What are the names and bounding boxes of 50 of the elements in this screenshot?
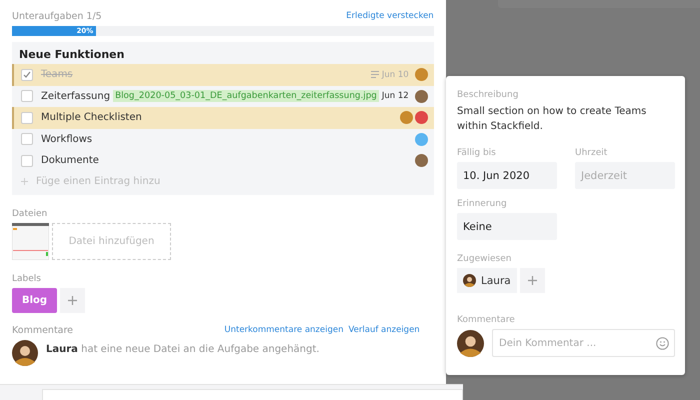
avatar	[463, 274, 476, 287]
item-text: Teams	[41, 69, 73, 80]
avatar	[457, 330, 484, 356]
avatar	[12, 340, 38, 366]
add-assignee-button[interactable]	[520, 268, 545, 293]
checklist-item[interactable]: Zeiterfassung Blog_2020-05_03-01_DE_aufgabenkarten_zeiterfassung.jpg Jun 12	[12, 86, 434, 107]
field-label: Erinnerung	[457, 199, 508, 209]
subtasks-label: Unteraufgaben 1/5	[12, 10, 102, 22]
comment-text: Laura hat eine neue Datei an die Aufgabe angehängt.	[46, 344, 320, 354]
item-text: Workflows	[41, 134, 92, 145]
field-label: Zugewiesen	[457, 254, 512, 264]
checklist-item[interactable]: Multiple Checklisten	[12, 107, 434, 128]
assignee-chip[interactable]: Laura	[457, 268, 517, 293]
comment-field[interactable]	[42, 389, 463, 400]
reminder-field[interactable]: Keine	[457, 213, 557, 240]
plus-icon	[528, 276, 537, 285]
comments-link[interactable]: Unterkommentare anzeigen	[224, 325, 344, 335]
hide-completed-link[interactable]: Erledigte verstecken	[346, 11, 434, 21]
comments-label: Kommentare	[12, 324, 74, 336]
checklist-item[interactable]: Workflows	[12, 128, 434, 150]
comments-link[interactable]: Verlauf anzeigen	[348, 325, 420, 335]
checklist-title: Neue Funktionen	[18, 48, 126, 63]
label-tag[interactable]: Blog	[12, 288, 58, 312]
field-label: Fällig bis	[457, 148, 497, 158]
checkbox[interactable]	[21, 68, 33, 81]
field-label: Beschreibung	[457, 90, 520, 100]
plus-icon	[21, 178, 28, 184]
files-label: Dateien	[12, 208, 48, 218]
time-field[interactable]: Jederzeit	[575, 162, 675, 189]
field-label: Kommentare	[457, 315, 516, 325]
item-text: Zeiterfassung	[41, 90, 110, 102]
labels-heading: Labels	[12, 274, 42, 284]
item-text: Multiple Checklisten	[41, 112, 142, 124]
description-text: Small section on how to create Teams within Stackfield.	[457, 105, 648, 134]
attachment-link[interactable]: Blog_2020-05_03-01_DE_aufgabenkarten_zeiterfassung.jpg	[113, 90, 379, 102]
checkbox[interactable]	[21, 112, 33, 124]
field-label: Uhrzeit	[575, 148, 608, 158]
comment-input[interactable]: Dein Kommentar ...	[492, 329, 675, 357]
checkbox[interactable]	[21, 133, 33, 146]
emoji-icon[interactable]	[656, 336, 669, 350]
due-date: Jun 12	[382, 91, 409, 102]
checkbox[interactable]	[21, 90, 33, 102]
checkbox[interactable]	[21, 154, 33, 167]
due-date: Jun 10	[382, 70, 409, 80]
add-label-button[interactable]	[60, 288, 86, 312]
due-date-field[interactable]: 10. Jun 2020	[457, 162, 557, 189]
checklist-item[interactable]: Dokumente	[12, 150, 434, 172]
plus-icon	[68, 296, 78, 304]
item-text: Dokumente	[41, 155, 99, 166]
file-thumbnail[interactable]	[12, 222, 49, 260]
